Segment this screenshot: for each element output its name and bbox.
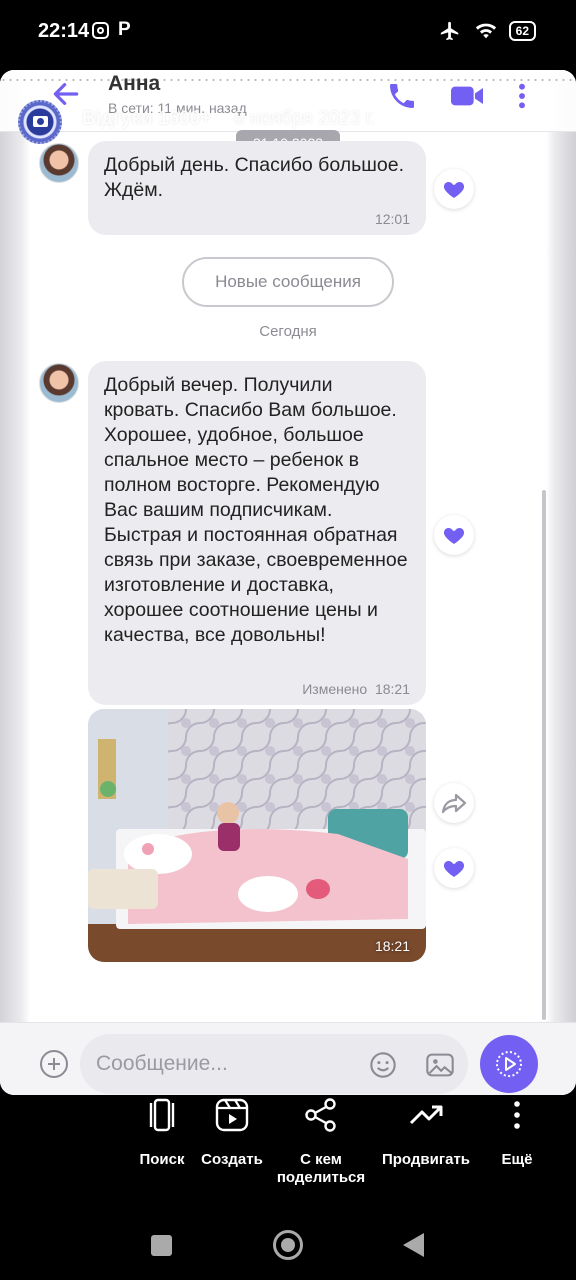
overlay-date: 8 ноября 2023 г. — [234, 108, 376, 129]
add-icon[interactable] — [40, 1050, 68, 1078]
avatar[interactable] — [39, 363, 79, 403]
status-bar: 22:14 P 62 — [0, 0, 576, 64]
back-icon[interactable] — [403, 1233, 424, 1257]
message-input[interactable] — [80, 1034, 468, 1094]
create-reel-icon — [215, 1098, 249, 1132]
toolbar-label: Создать — [201, 1151, 263, 1168]
toolbar-label: Продвигать — [381, 1151, 471, 1168]
send-icon — [496, 1051, 522, 1077]
navigation-bar — [0, 1215, 576, 1280]
header-dotted-edge — [0, 79, 576, 81]
send-button[interactable] — [480, 1035, 538, 1093]
airplane-mode-icon — [440, 21, 458, 41]
share-toolbar: Поиск Создать С кем поделиться Продвигат… — [0, 1095, 576, 1215]
status-time: 22:14 — [38, 20, 90, 42]
video-call-icon[interactable] — [448, 80, 486, 112]
forward-button[interactable] — [434, 783, 474, 823]
like-button[interactable] — [434, 515, 474, 555]
lens-search-icon — [149, 1098, 175, 1132]
message-time: 18:21 — [374, 681, 410, 697]
avatar[interactable] — [39, 143, 79, 183]
more-vertical-icon — [514, 1101, 520, 1129]
composer — [0, 1022, 576, 1095]
toolbar-promote[interactable]: Продвигать — [378, 1095, 474, 1169]
emoji-icon[interactable] — [369, 1051, 397, 1079]
heart-icon — [443, 861, 465, 877]
chat-window: Анна В сети: 11 мин. назад Відгуки 1600+… — [0, 70, 576, 1095]
screen: 22:14 P 62 Анна В сети: 11 мин. назад Ві… — [0, 0, 576, 1280]
overlay-title: Відгуки 1600+ — [82, 108, 212, 129]
heart-icon — [443, 528, 465, 544]
edited-label: Изменено — [302, 681, 368, 697]
battery-icon: 62 — [508, 21, 536, 41]
like-button[interactable] — [434, 848, 474, 888]
toolbar-create[interactable]: Создать — [196, 1095, 268, 1169]
share-icon — [305, 1098, 336, 1132]
message-text: Добрый день. Спасибо большое. Ждём. — [104, 154, 405, 201]
toolbar-search[interactable]: Поиск — [132, 1095, 192, 1169]
new-messages-divider: Новые сообщения — [182, 257, 394, 307]
gallery-icon[interactable] — [425, 1051, 455, 1079]
contact-name[interactable]: Анна — [108, 72, 160, 96]
trending-up-icon — [409, 1105, 443, 1125]
home-icon[interactable] — [273, 1230, 303, 1260]
today-label: Сегодня — [259, 323, 317, 340]
reviews-logo-icon — [18, 100, 62, 144]
instagram-icon — [92, 22, 109, 39]
more-vertical-icon[interactable] — [506, 80, 538, 112]
recents-icon[interactable] — [151, 1235, 172, 1256]
heart-icon — [443, 182, 465, 198]
message-meta: Изменено 18:21 — [302, 681, 410, 697]
p-app-icon: P — [118, 19, 131, 40]
scrollbar[interactable] — [542, 490, 546, 1020]
message-time: 12:01 — [374, 211, 410, 227]
message-bubble[interactable]: Добрый день. Спасибо большое. Ждём. 12:0… — [88, 141, 426, 235]
message-bubble[interactable]: Добрый вечер. Получили кровать. Спасибо … — [88, 361, 426, 705]
status-right: 62 — [437, 20, 536, 42]
phone-icon[interactable] — [386, 80, 418, 112]
like-button[interactable] — [434, 169, 474, 209]
message-text: Добрый вечер. Получили кровать. Спасибо … — [104, 374, 408, 646]
toolbar-label: Ещё — [501, 1151, 533, 1168]
toolbar-label: С кем поделиться — [276, 1151, 366, 1186]
toolbar-label: Поиск — [139, 1151, 185, 1168]
photo-message[interactable]: 18:21 — [88, 709, 426, 962]
bed-photo — [88, 709, 426, 962]
toolbar-more[interactable]: Ещё — [494, 1095, 540, 1169]
forward-icon — [441, 793, 467, 814]
camera-icon — [33, 116, 48, 127]
wifi-icon — [475, 23, 496, 39]
message-time: 18:21 — [374, 938, 410, 954]
toolbar-share[interactable]: С кем поделиться — [270, 1095, 372, 1187]
